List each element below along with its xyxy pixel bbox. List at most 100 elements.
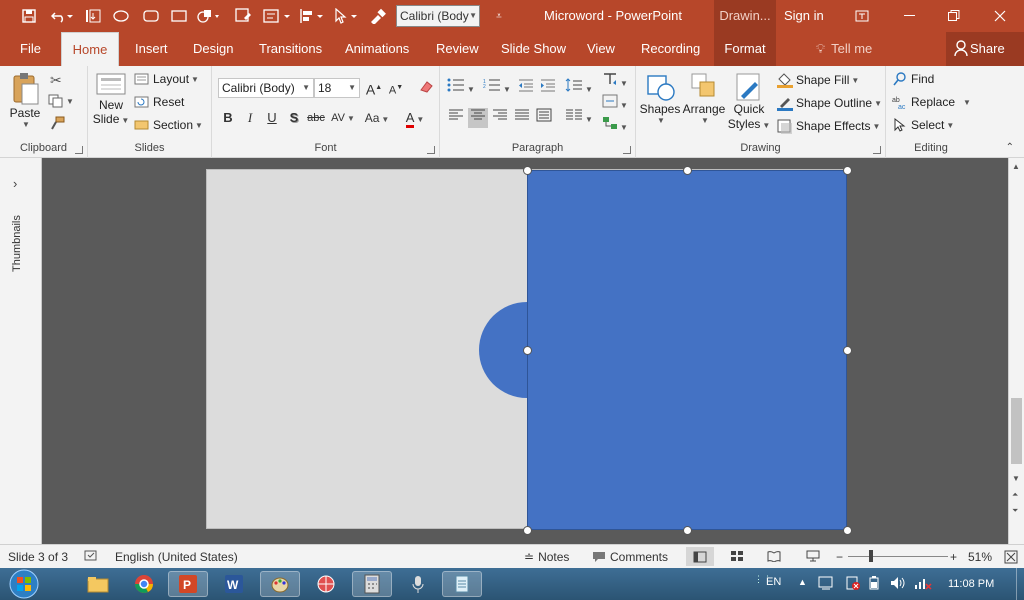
save-icon[interactable] (20, 6, 38, 26)
align-left-button[interactable] (446, 108, 466, 128)
paste-button[interactable]: Paste ▼ (8, 72, 42, 129)
dialog-launcher-icon[interactable] (873, 146, 881, 154)
italic-button[interactable]: I (240, 108, 260, 128)
line-spacing-button[interactable]: ▼ (564, 78, 594, 98)
taskbar-powerpoint[interactable]: P (168, 571, 208, 597)
scroll-up-icon[interactable]: ▲ (1012, 162, 1020, 171)
previous-slide-icon[interactable]: ⏶ (1012, 490, 1018, 500)
resize-handle-left[interactable] (523, 346, 532, 355)
vertical-scrollbar[interactable]: ▲ ▼ ⏶ ⏷ (1008, 158, 1024, 544)
underline-button[interactable]: U (262, 108, 282, 128)
font-family-combo[interactable]: Calibri (Body) ▼ (218, 78, 314, 98)
taskbar-notepad[interactable] (442, 571, 482, 597)
zoom-out-icon[interactable]: − (836, 550, 843, 564)
dialog-launcher-icon[interactable] (75, 146, 83, 154)
character-spacing-button[interactable]: AV ▼ (328, 108, 358, 128)
smartart-button[interactable]: ▼ (600, 116, 630, 136)
slide-canvas[interactable] (206, 166, 852, 535)
shape-effects-button[interactable]: Shape Effects ▼ (776, 118, 880, 134)
tab-design[interactable]: Design (193, 32, 233, 66)
quick-font-combo[interactable]: Calibri (Body ▼ (396, 5, 480, 27)
resize-handle-right[interactable] (843, 346, 852, 355)
dialog-launcher-icon[interactable] (427, 146, 435, 154)
replace-button[interactable]: ab ac Replace ▼ (892, 95, 971, 109)
slide-show-button[interactable] (806, 550, 820, 562)
section-button[interactable]: Section ▼ (134, 118, 203, 132)
tab-file[interactable]: File (20, 32, 41, 66)
start-button[interactable] (4, 568, 44, 600)
volume-icon[interactable] (890, 576, 906, 593)
quick-styles-button[interactable]: Quick Styles ▼ (728, 72, 770, 133)
normal-view-button[interactable] (686, 547, 714, 566)
battery-icon[interactable] (868, 576, 880, 593)
taskbar-calculator[interactable] (352, 571, 392, 597)
font-color-button[interactable]: A ▼ (402, 108, 428, 128)
columns-button[interactable]: ▼ (564, 108, 594, 128)
font-size-combo[interactable]: 18 ▼ (314, 78, 360, 98)
restore-icon[interactable] (946, 6, 962, 26)
customize-toolbar-icon[interactable]: ⩡ (490, 6, 508, 26)
tab-recording[interactable]: Recording (641, 32, 700, 66)
select-button[interactable]: Select ▼ (892, 118, 954, 132)
text-shadow-button[interactable]: S (284, 108, 304, 128)
taskbar-app-globe[interactable] (306, 571, 346, 597)
text-direction-button[interactable]: ▼ (600, 72, 630, 92)
layout-button[interactable]: Layout ▼ (134, 72, 199, 86)
rounded-rectangle-icon[interactable] (142, 6, 160, 26)
thumbnails-label[interactable]: Thumbnails (11, 202, 27, 272)
new-slide-button[interactable]: New Slide ▼ (93, 72, 129, 128)
shape-outline-button[interactable]: Shape Outline ▼ (776, 95, 882, 111)
text-box-icon[interactable] (262, 6, 292, 26)
security-alert-icon[interactable] (844, 576, 860, 593)
tab-format[interactable]: Format (714, 32, 776, 66)
select-pointer-icon[interactable] (332, 6, 360, 26)
input-language[interactable]: EN (766, 576, 781, 588)
zoom-slider-thumb[interactable] (869, 550, 873, 562)
decrease-font-size-button[interactable]: A▼ (386, 78, 406, 98)
minimize-icon[interactable] (902, 6, 918, 26)
copy-button[interactable]: ▼ (48, 94, 74, 108)
scroll-down-icon[interactable]: ▼ (1012, 474, 1020, 483)
resize-handle-top-right[interactable] (843, 166, 852, 175)
tab-slide-show[interactable]: Slide Show (501, 32, 566, 66)
fit-slide-icon[interactable] (1004, 550, 1018, 564)
oval-shape-icon[interactable] (112, 6, 130, 26)
shapes-button[interactable]: Shapes ▼ (640, 72, 680, 125)
action-center-icon[interactable] (818, 576, 834, 593)
arrange-button[interactable]: Arrange ▼ (682, 72, 726, 125)
tab-review[interactable]: Review (436, 32, 479, 66)
show-desktop-button[interactable] (1016, 568, 1024, 600)
tab-home[interactable]: Home (61, 32, 119, 66)
reset-button[interactable]: Reset (134, 95, 184, 109)
scrollbar-thumb[interactable] (1011, 398, 1022, 464)
expand-thumbnails-icon[interactable]: › (13, 176, 17, 191)
show-hidden-icons-icon[interactable]: ▲ (798, 577, 807, 587)
zoom-level[interactable]: 51% (968, 550, 992, 564)
center-button[interactable] (468, 108, 488, 128)
increase-indent-button[interactable] (538, 78, 558, 98)
tell-me-search[interactable]: 💡︎ Tell me (816, 32, 872, 66)
share-button[interactable]: Share (946, 32, 1024, 66)
taskbar-microphone[interactable] (398, 571, 438, 597)
zoom-in-icon[interactable]: + (950, 550, 957, 564)
numbering-button[interactable]: 1 2 ▼ (482, 78, 512, 98)
taskbar-file-explorer[interactable] (78, 571, 118, 597)
ribbon-display-options-icon[interactable] (854, 6, 870, 26)
rectangle-shape[interactable] (527, 170, 847, 530)
notes-button[interactable]: ≐ Notes (524, 550, 569, 564)
format-painter-icon[interactable] (368, 6, 388, 26)
align-right-button[interactable] (490, 108, 510, 128)
taskbar-word[interactable]: W (214, 571, 254, 597)
next-slide-icon[interactable]: ⏷ (1012, 506, 1018, 516)
cut-button[interactable]: ✂ (50, 72, 62, 89)
resize-handle-bottom[interactable] (683, 526, 692, 535)
rectangle-icon[interactable] (170, 6, 188, 26)
shape-fill-button[interactable]: Shape Fill ▼ (776, 72, 859, 88)
slide-sorter-button[interactable] (730, 550, 744, 562)
format-painter-button[interactable] (50, 116, 66, 130)
clock[interactable]: 11:08 PM (948, 578, 994, 590)
start-from-beginning-icon[interactable] (84, 6, 102, 26)
increase-font-size-button[interactable]: A▲ (364, 78, 384, 98)
tab-animations[interactable]: Animations (345, 32, 409, 66)
decrease-indent-button[interactable] (516, 78, 536, 98)
